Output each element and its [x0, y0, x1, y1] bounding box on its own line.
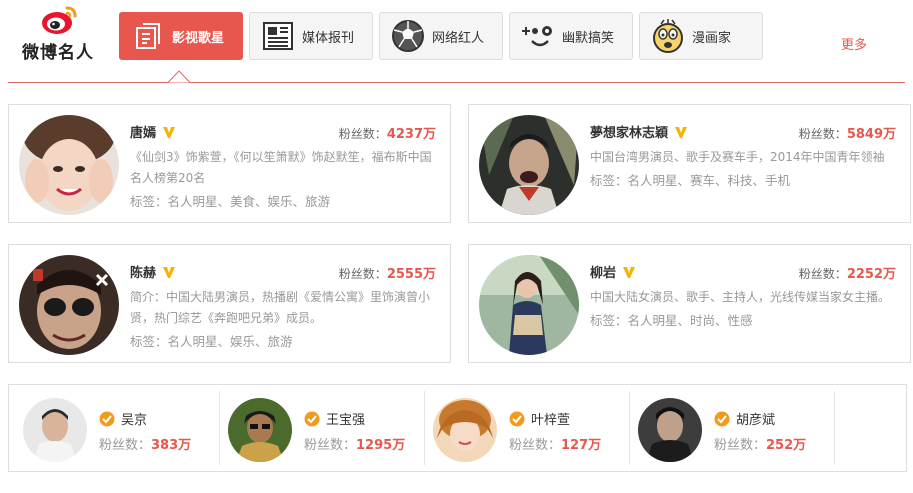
fans-number: 1295万: [356, 438, 406, 453]
mini-celebrity-card[interactable]: 王宝强 粉丝数：1295万: [214, 385, 419, 471]
name-text: 唐嫣: [130, 126, 157, 141]
celebrity-name[interactable]: 胡彦斌: [714, 409, 775, 428]
verified-badge-icon: [99, 411, 115, 426]
fans-number: 4237万: [386, 127, 436, 142]
mini-celebrity-card[interactable]: 叶梓萱 粉丝数：127万: [419, 385, 624, 471]
fans-count: 粉丝数：4237万: [339, 123, 436, 142]
celebrity-name[interactable]: 夢想家林志穎: [590, 122, 688, 141]
fans-label: 粉丝数：: [338, 267, 387, 281]
tab-label: 网络红人: [432, 30, 485, 46]
fans-label: 粉丝数：: [338, 127, 387, 141]
tab-movie-music-stars[interactable]: 影视歌星: [119, 12, 243, 60]
avatar[interactable]: [479, 115, 579, 215]
name-text: 柳岩: [590, 266, 617, 281]
fans-number: 252万: [766, 438, 807, 453]
verified-badge-icon: [714, 411, 730, 426]
active-tab-caret: [168, 70, 190, 83]
mini-celebrity-card[interactable]: 胡彦斌 粉丝数：252万: [624, 385, 829, 471]
avatar[interactable]: [19, 115, 119, 215]
celebrity-name[interactable]: 柳岩: [590, 262, 636, 281]
brand-name: 微博名人: [22, 43, 94, 63]
celebrity-name[interactable]: 陈赫: [130, 262, 176, 281]
fans-label: 粉丝数：: [304, 438, 357, 453]
avatar[interactable]: [19, 255, 119, 355]
verified-v-icon: [623, 266, 636, 278]
avatar[interactable]: [638, 398, 702, 462]
header-divider: [8, 82, 905, 83]
celebrity-tags: 标签：名人明星、娱乐、旅游: [130, 334, 293, 349]
fans-label: 粉丝数：: [714, 438, 767, 453]
verified-v-icon: [163, 126, 176, 138]
tab-internet-celebrities[interactable]: 网络红人: [379, 12, 503, 60]
fans-number: 5849万: [846, 127, 896, 142]
avatar[interactable]: [228, 398, 292, 462]
fans-count: 粉丝数：1295万: [304, 434, 405, 453]
fans-number: 127万: [561, 438, 602, 453]
name-text: 吴京: [121, 413, 148, 428]
fans-label: 粉丝数：: [99, 438, 152, 453]
fans-count: 粉丝数：2252万: [799, 263, 896, 282]
tab-humor[interactable]: 幽默搞笑: [509, 12, 633, 60]
fans-number: 383万: [151, 438, 192, 453]
celebrity-tags: 标签：名人明星、赛车、科技、手机: [590, 173, 791, 188]
funny-face-icon: [520, 18, 556, 54]
verified-badge-icon: [304, 411, 320, 426]
tab-label: 媒体报刊: [302, 30, 355, 46]
fans-count: 粉丝数：252万: [714, 434, 806, 453]
verified-v-icon: [675, 126, 688, 138]
celebrity-card[interactable]: 夢想家林志穎 粉丝数：5849万 中国台湾男演员、歌手及赛车手，2014年中国青…: [468, 104, 911, 223]
name-text: 陈赫: [130, 266, 157, 281]
celebrity-tags: 标签：名人明星、时尚、性感: [590, 313, 753, 328]
mini-celebrity-card[interactable]: 吴京 粉丝数：383万: [9, 385, 214, 471]
tab-label: 幽默搞笑: [562, 30, 615, 46]
tab-label: 漫画家: [692, 30, 732, 46]
weibo-logo[interactable]: 微博名人: [18, 4, 98, 64]
name-text: 叶梓萱: [531, 413, 571, 428]
cartoon-face-icon: [650, 18, 686, 54]
note-icon: [130, 18, 166, 54]
fans-number: 2252万: [846, 267, 896, 282]
fans-count: 粉丝数：2555万: [339, 263, 436, 282]
fans-number: 2555万: [386, 267, 436, 282]
celebrity-name[interactable]: 吴京: [99, 409, 147, 428]
celebrity-card[interactable]: 柳岩 粉丝数：2252万 中国大陆女演员、歌手、主持人，光线传媒当家女主播。 标…: [468, 244, 911, 363]
tab-media[interactable]: 媒体报刊: [249, 12, 373, 60]
celebrity-name[interactable]: 唐嫣: [130, 122, 176, 141]
celebrity-card[interactable]: 陈赫 粉丝数：2555万 简介：中国大陆男演员，热播剧《爱情公寓》里饰演曾小贤，…: [8, 244, 451, 363]
separator: [834, 391, 835, 465]
weibo-eye-icon: [42, 6, 77, 34]
celebrity-description: 《仙剑3》饰紫萱，《何以笙箫默》饰赵默笙，福布斯中国名人榜第20名: [130, 150, 432, 185]
fans-label: 粉丝数：: [509, 438, 562, 453]
avatar[interactable]: [433, 398, 497, 462]
fans-count: 粉丝数：383万: [99, 434, 191, 453]
name-text: 王宝强: [326, 413, 366, 428]
tab-cartoonists[interactable]: 漫画家: [639, 12, 763, 60]
verified-v-icon: [163, 266, 176, 278]
celebrity-description: 简介：中国大陆男演员，热播剧《爱情公寓》里饰演曾小贤，热门综艺《奔跑吧兄弟》成员…: [130, 290, 431, 325]
soccer-ball-icon: [390, 18, 426, 54]
avatar[interactable]: [23, 398, 87, 462]
verified-badge-icon: [509, 411, 525, 426]
celebrity-description: 中国大陆女演员、歌手、主持人，光线传媒当家女主播。: [590, 290, 891, 304]
fans-count: 粉丝数：5849万: [799, 123, 896, 142]
name-text: 夢想家林志穎: [590, 126, 669, 141]
fans-count: 粉丝数：127万: [509, 434, 601, 453]
celebrity-name[interactable]: 王宝强: [304, 409, 365, 428]
celebrity-tags: 标签：名人明星、美食、娱乐、旅游: [130, 194, 331, 209]
name-text: 胡彦斌: [736, 413, 776, 428]
tab-label: 影视歌星: [172, 30, 225, 46]
celebrity-card[interactable]: 唐嫣 粉丝数：4237万 《仙剑3》饰紫萱，《何以笙箫默》饰赵默笙，福布斯中国名…: [8, 104, 451, 223]
fans-label: 粉丝数：: [798, 267, 847, 281]
more-celebrities-row: 吴京 粉丝数：383万 王宝强 粉丝数：1295万 叶梓萱 粉丝数：127万 胡…: [8, 384, 907, 472]
more-link[interactable]: 更多: [841, 34, 867, 53]
celebrity-name[interactable]: 叶梓萱: [509, 409, 570, 428]
celebrity-description: 中国台湾男演员、歌手及赛车手，2014年中国青年领袖: [590, 150, 885, 164]
newspaper-icon: [260, 18, 296, 54]
avatar[interactable]: [479, 255, 579, 355]
fans-label: 粉丝数：: [798, 127, 847, 141]
